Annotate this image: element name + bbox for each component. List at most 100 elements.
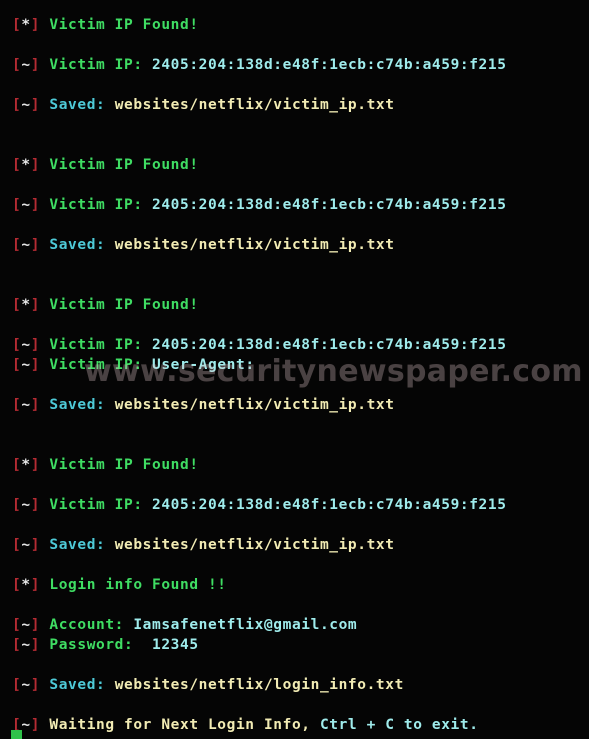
line-label: Victim IP: bbox=[49, 57, 153, 73]
prefix-gap bbox=[40, 457, 49, 473]
terminal-line: [~] Victim IP: 2405:204:138d:e48f:1ecb:c… bbox=[12, 335, 507, 355]
line-value: websites/netflix/victim_ip.txt bbox=[114, 397, 395, 413]
prefix-bracket-open: [ bbox=[12, 497, 22, 513]
prefix-gap bbox=[40, 157, 49, 173]
line-label: Saved: bbox=[49, 397, 115, 413]
terminal-line: [~] Saved: websites/netflix/victim_ip.tx… bbox=[12, 95, 395, 115]
prefix-bracket-open: [ bbox=[12, 537, 22, 553]
terminal-line: [~] Saved: websites/netflix/victim_ip.tx… bbox=[12, 395, 395, 415]
terminal-cursor bbox=[11, 730, 22, 739]
line-value: 2405:204:138d:e48f:1ecb:c74b:a459:f215 bbox=[152, 497, 507, 513]
prefix-gap bbox=[40, 497, 49, 513]
line-label: Login info Found !! bbox=[49, 577, 227, 593]
prefix-tilde-icon: ~ bbox=[21, 357, 31, 373]
line-label: Victim IP: bbox=[49, 337, 153, 353]
prefix-gap bbox=[40, 637, 49, 653]
line-label: Waiting for Next Login Info, bbox=[49, 717, 320, 733]
line-label: Account: bbox=[49, 617, 134, 633]
prefix-gap bbox=[40, 717, 49, 733]
prefix-tilde-icon: ~ bbox=[21, 197, 31, 213]
prefix-gap bbox=[40, 577, 49, 593]
line-label: Saved: bbox=[49, 537, 115, 553]
line-value: websites/netflix/login_info.txt bbox=[114, 677, 404, 693]
prefix-bracket-open: [ bbox=[12, 397, 22, 413]
prefix-bracket-close: ] bbox=[30, 357, 41, 373]
terminal-line: [~] Saved: websites/netflix/login_info.t… bbox=[12, 675, 404, 695]
terminal-window[interactable]: [*] Victim IP Found! [~] Victim IP: 2405:… bbox=[0, 0, 589, 739]
prefix-bracket-close: ] bbox=[30, 717, 41, 733]
prefix-bracket-open: [ bbox=[12, 17, 22, 33]
prefix-bracket-close: ] bbox=[30, 537, 41, 553]
prefix-asterisk-icon: * bbox=[21, 157, 31, 173]
line-value: User-Agent: bbox=[152, 357, 255, 373]
line-label: Saved: bbox=[49, 237, 115, 253]
prefix-asterisk-icon: * bbox=[21, 457, 31, 473]
prefix-bracket-open: [ bbox=[12, 197, 22, 213]
prefix-bracket-close: ] bbox=[30, 17, 41, 33]
prefix-bracket-open: [ bbox=[12, 57, 22, 73]
line-value: websites/netflix/victim_ip.txt bbox=[114, 237, 395, 253]
line-value: 2405:204:138d:e48f:1ecb:c74b:a459:f215 bbox=[152, 337, 507, 353]
prefix-bracket-close: ] bbox=[30, 677, 41, 693]
terminal-line: [~] Victim IP: 2405:204:138d:e48f:1ecb:c… bbox=[12, 495, 507, 515]
prefix-bracket-open: [ bbox=[12, 677, 22, 693]
prefix-gap bbox=[40, 337, 49, 353]
prefix-tilde-icon: ~ bbox=[21, 397, 31, 413]
terminal-line: [*] Victim IP Found! bbox=[12, 295, 199, 315]
line-value: 2405:204:138d:e48f:1ecb:c74b:a459:f215 bbox=[152, 197, 507, 213]
prefix-bracket-close: ] bbox=[30, 497, 41, 513]
prefix-bracket-open: [ bbox=[12, 357, 22, 373]
line-label: Victim IP Found! bbox=[49, 157, 199, 173]
terminal-line: [~] Victim IP: User-Agent: bbox=[12, 355, 255, 375]
prefix-bracket-close: ] bbox=[30, 397, 41, 413]
terminal-line: [~] Account: Iamsafenetflix@gmail.com bbox=[12, 615, 357, 635]
prefix-gap bbox=[40, 237, 49, 253]
prefix-bracket-close: ] bbox=[30, 577, 41, 593]
prefix-bracket-close: ] bbox=[30, 197, 41, 213]
prefix-asterisk-icon: * bbox=[21, 17, 31, 33]
prefix-bracket-close: ] bbox=[30, 337, 41, 353]
terminal-line: [*] Victim IP Found! bbox=[12, 155, 199, 175]
line-label: Victim IP: bbox=[49, 197, 153, 213]
terminal-line: [~] Victim IP: 2405:204:138d:e48f:1ecb:c… bbox=[12, 55, 507, 75]
line-label: Password: bbox=[49, 637, 153, 653]
terminal-line: [~] Waiting for Next Login Info, Ctrl + … bbox=[12, 715, 479, 735]
line-label: Saved: bbox=[49, 97, 115, 113]
terminal-line: [~] Victim IP: 2405:204:138d:e48f:1ecb:c… bbox=[12, 195, 507, 215]
prefix-bracket-open: [ bbox=[12, 337, 22, 353]
prefix-gap bbox=[40, 297, 49, 313]
line-label: Victim IP Found! bbox=[49, 457, 199, 473]
prefix-bracket-close: ] bbox=[30, 157, 41, 173]
prefix-tilde-icon: ~ bbox=[21, 97, 31, 113]
prefix-tilde-icon: ~ bbox=[21, 717, 31, 733]
prefix-bracket-open: [ bbox=[12, 157, 22, 173]
prefix-bracket-open: [ bbox=[12, 577, 22, 593]
prefix-bracket-close: ] bbox=[30, 97, 41, 113]
prefix-tilde-icon: ~ bbox=[21, 537, 31, 553]
prefix-gap bbox=[40, 97, 49, 113]
prefix-bracket-close: ] bbox=[30, 297, 41, 313]
terminal-line: [~] Password: 12345 bbox=[12, 635, 199, 655]
prefix-bracket-open: [ bbox=[12, 237, 22, 253]
prefix-gap bbox=[40, 57, 49, 73]
terminal-line: [*] Victim IP Found! bbox=[12, 15, 199, 35]
prefix-tilde-icon: ~ bbox=[21, 337, 31, 353]
prefix-bracket-close: ] bbox=[30, 57, 41, 73]
prefix-gap bbox=[40, 617, 49, 633]
prefix-tilde-icon: ~ bbox=[21, 677, 31, 693]
prefix-gap bbox=[40, 537, 49, 553]
terminal-line: [*] Victim IP Found! bbox=[12, 455, 199, 475]
prefix-asterisk-icon: * bbox=[21, 297, 31, 313]
prefix-bracket-open: [ bbox=[12, 617, 22, 633]
line-value: websites/netflix/victim_ip.txt bbox=[114, 97, 395, 113]
line-label: Victim IP Found! bbox=[49, 17, 199, 33]
prefix-gap bbox=[40, 17, 49, 33]
line-value: websites/netflix/victim_ip.txt bbox=[114, 537, 395, 553]
prefix-gap bbox=[40, 397, 49, 413]
line-value: 2405:204:138d:e48f:1ecb:c74b:a459:f215 bbox=[152, 57, 507, 73]
prefix-bracket-open: [ bbox=[12, 297, 22, 313]
prefix-bracket-open: [ bbox=[12, 637, 22, 653]
line-label: Victim IP Found! bbox=[49, 297, 199, 313]
prefix-bracket-open: [ bbox=[12, 457, 22, 473]
prefix-bracket-open: [ bbox=[12, 97, 22, 113]
